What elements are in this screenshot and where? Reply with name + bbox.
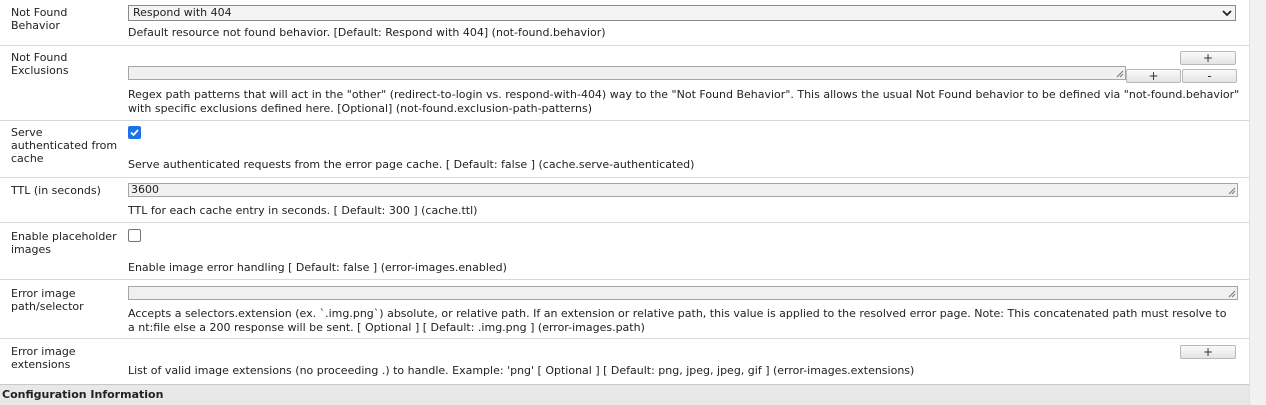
- label-error-image-extensions: Error image extensions: [11, 345, 76, 371]
- enable-placeholder-checkbox[interactable]: [128, 229, 141, 242]
- chevron-down-icon: [1222, 10, 1232, 17]
- ttl-value: 3600: [131, 183, 159, 196]
- remove-row-button[interactable]: -: [1182, 69, 1237, 83]
- row-error-image-path: Error image path/selector Accepts a sele…: [0, 280, 1249, 339]
- description-not-found-exclusions: Regex path patterns that will act in the…: [128, 88, 1240, 115]
- section-header-configuration-information: Configuration Information: [0, 384, 1249, 405]
- label-error-image-path: Error image path/selector: [11, 287, 84, 313]
- row-enable-placeholder: Enable placeholder images Enable image e…: [0, 223, 1249, 280]
- row-not-found-exclusions: Not Found Exclusions + + - Regex path pa…: [0, 46, 1249, 121]
- row-not-found-behavior: Not Found Behavior Respond with 404 Defa…: [0, 0, 1249, 46]
- description-error-image-extensions: List of valid image extensions (no proce…: [128, 364, 915, 377]
- add-extension-button[interactable]: +: [1180, 345, 1236, 359]
- label-serve-authenticated: Serve authenticated from cache: [11, 126, 118, 165]
- ttl-input[interactable]: 3600: [128, 183, 1238, 197]
- resize-grip-icon[interactable]: [1116, 70, 1124, 78]
- description-serve-authenticated: Serve authenticated requests from the er…: [128, 158, 695, 171]
- description-enable-placeholder: Enable image error handling [ Default: f…: [128, 261, 507, 274]
- description-not-found-behavior: Default resource not found behavior. [De…: [128, 26, 606, 39]
- vertical-scrollbar[interactable]: [1249, 0, 1266, 405]
- select-value: Respond with 404: [133, 6, 232, 19]
- serve-authenticated-checkbox[interactable]: [128, 126, 141, 139]
- label-not-found-behavior: Not Found Behavior: [11, 6, 68, 32]
- section-title: Configuration Information: [2, 388, 164, 401]
- not-found-exclusion-input[interactable]: [128, 66, 1126, 80]
- label-not-found-exclusions: Not Found Exclusions: [11, 51, 69, 77]
- resize-grip-icon[interactable]: [1228, 290, 1236, 298]
- description-ttl: TTL for each cache entry in seconds. [ D…: [128, 204, 478, 217]
- error-image-path-input[interactable]: [128, 286, 1238, 300]
- add-row-button[interactable]: +: [1126, 69, 1181, 83]
- add-exclusion-button[interactable]: +: [1180, 51, 1236, 65]
- row-ttl: TTL (in seconds) 3600 TTL for each cache…: [0, 178, 1249, 223]
- resize-grip-icon[interactable]: [1228, 187, 1236, 195]
- checkmark-icon: [130, 129, 139, 137]
- label-enable-placeholder: Enable placeholder images: [11, 230, 117, 256]
- row-serve-authenticated: Serve authenticated from cache Serve aut…: [0, 121, 1249, 178]
- not-found-behavior-select[interactable]: Respond with 404: [128, 5, 1236, 21]
- row-error-image-extensions: Error image extensions + List of valid i…: [0, 339, 1249, 384]
- description-error-image-path: Accepts a selectors.extension (ex. `.img…: [128, 307, 1227, 334]
- label-ttl: TTL (in seconds): [11, 184, 101, 197]
